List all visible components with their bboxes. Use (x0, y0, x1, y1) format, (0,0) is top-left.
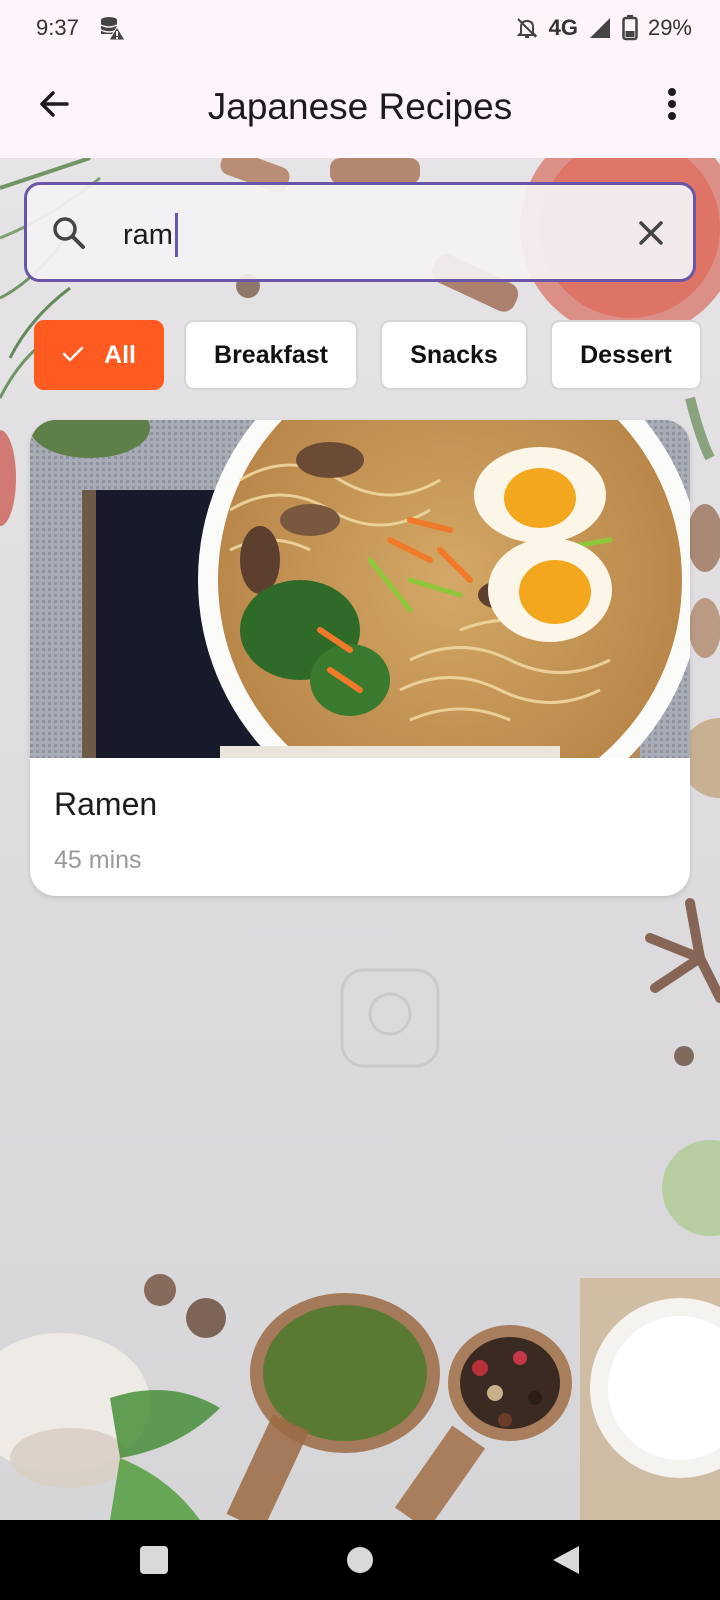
status-time: 9:37 (36, 15, 79, 40)
chip-label: All (104, 340, 136, 369)
home-icon (347, 1547, 373, 1573)
bell-off-icon (515, 16, 539, 40)
clear-search-button[interactable] (633, 215, 669, 256)
back-icon (553, 1546, 579, 1574)
home-button[interactable] (336, 1536, 384, 1584)
chip-label: Dessert (580, 340, 672, 369)
clear-icon (639, 221, 663, 245)
page-title: Japanese Recipes (207, 86, 513, 127)
app-bar: Japanese Recipes (0, 56, 720, 158)
battery-icon (622, 15, 638, 41)
more-vert-icon (667, 87, 677, 126)
chip-label: Snacks (410, 340, 498, 369)
status-bar: 9:37 4G 29% (0, 0, 720, 56)
search-input[interactable]: ram (123, 213, 178, 257)
recipe-title: Ramen (54, 786, 158, 822)
chip-label: Breakfast (214, 340, 328, 369)
more-options-button[interactable] (654, 82, 690, 130)
chip-snacks[interactable]: Snacks (380, 320, 528, 390)
back-arrow-icon (37, 87, 71, 126)
recents-icon (140, 1546, 168, 1574)
recents-button[interactable] (130, 1536, 178, 1584)
recipe-card[interactable]: Ramen 45 mins (30, 420, 690, 896)
search-input-value: ram (123, 218, 173, 251)
chip-dessert[interactable]: Dessert (550, 320, 702, 390)
chip-all[interactable]: All (34, 320, 164, 390)
storage-alert-icon (99, 15, 125, 41)
chip-breakfast[interactable]: Breakfast (184, 320, 358, 390)
system-nav-bar (0, 1520, 720, 1600)
signal-icon (588, 16, 612, 40)
recipe-cook-time: 45 mins (54, 846, 142, 874)
search-icon (51, 215, 87, 256)
ramen-bowl-photo (30, 420, 690, 758)
battery-percent: 29% (647, 15, 692, 40)
network-type: 4G (548, 15, 578, 40)
text-caret (174, 213, 178, 257)
search-field[interactable]: ram (24, 182, 696, 282)
check-icon (62, 341, 84, 370)
system-back-button[interactable] (542, 1536, 590, 1584)
back-button[interactable] (30, 82, 78, 130)
